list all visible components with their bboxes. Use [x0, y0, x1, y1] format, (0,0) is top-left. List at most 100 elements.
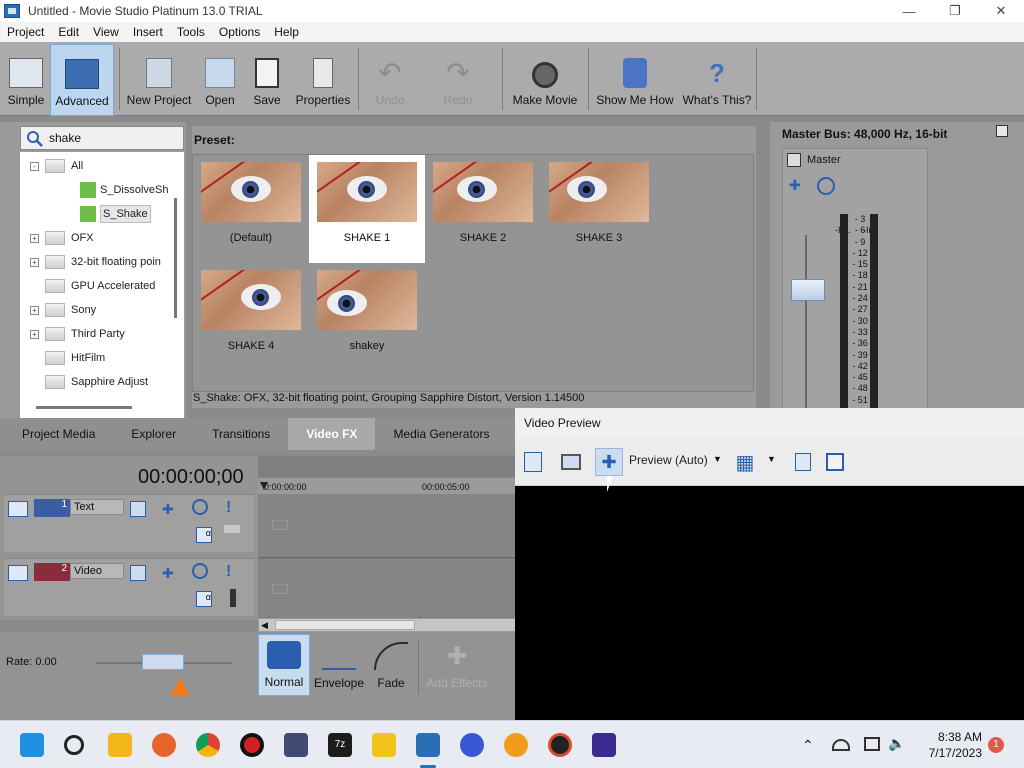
collapse-toggle[interactable]: - — [30, 161, 39, 171]
scroll-thumb[interactable] — [275, 620, 415, 630]
track-solo-icon[interactable]: ! — [226, 499, 242, 516]
compositing-mode-icon[interactable]: α — [196, 527, 212, 543]
chrome-icon[interactable] — [196, 733, 220, 757]
save-snapshot-button[interactable] — [821, 448, 849, 476]
tree-item-ofx[interactable]: + OFX — [30, 228, 94, 248]
track-solo-icon[interactable]: ! — [226, 563, 242, 580]
video-preview-screen[interactable] — [515, 486, 1024, 720]
advanced-mode-button[interactable]: Advanced — [50, 44, 114, 116]
menu-view[interactable]: View — [86, 25, 126, 39]
track-name-field[interactable]: Video — [70, 563, 124, 579]
tab-video-fx[interactable]: Video FX — [288, 418, 376, 450]
notification-badge[interactable]: 1 — [988, 737, 1004, 753]
7zip-icon[interactable]: 7z — [328, 733, 352, 757]
whats-this-button[interactable]: ? What's This? — [682, 46, 752, 114]
envelope-tool-button[interactable]: Envelope — [312, 634, 366, 696]
tree-item-sony[interactable]: + Sony — [30, 300, 96, 320]
network-icon[interactable] — [832, 739, 850, 751]
tree-horizontal-scrollbar[interactable] — [36, 406, 132, 409]
menu-options[interactable]: Options — [212, 25, 267, 39]
normal-edit-tool-button[interactable]: Normal — [258, 634, 310, 696]
cursor-marker[interactable] — [260, 482, 268, 490]
tree-vertical-scrollbar[interactable] — [174, 198, 177, 318]
firefox-icon[interactable] — [152, 733, 176, 757]
track-lane-video[interactable] — [258, 559, 516, 617]
movie-studio-icon[interactable] — [416, 733, 440, 757]
system-clock[interactable]: 8:38 AM 7/17/2023 — [912, 729, 982, 761]
app-v-icon[interactable] — [460, 733, 484, 757]
tree-item-gpu[interactable]: GPU Accelerated — [45, 276, 155, 296]
expand-toggle[interactable]: + — [30, 329, 39, 339]
track-motion-icon[interactable] — [130, 565, 146, 581]
chevron-down-icon[interactable]: ▼ — [713, 454, 722, 464]
tab-project-media[interactable]: Project Media — [0, 418, 113, 450]
app-y-icon[interactable] — [372, 733, 396, 757]
track-expand-icon[interactable] — [8, 565, 28, 581]
tree-item-sapphire-adjust[interactable]: Sapphire Adjust — [45, 372, 148, 392]
save-button[interactable]: Save — [248, 46, 286, 114]
menu-tools[interactable]: Tools — [170, 25, 212, 39]
preview-properties-button[interactable] — [519, 448, 547, 476]
rate-slider-handle[interactable] — [142, 654, 184, 670]
tab-explorer[interactable]: Explorer — [113, 418, 194, 450]
track-mute-icon[interactable] — [192, 563, 208, 579]
preview-quality-dropdown[interactable]: Preview (Auto) — [629, 453, 708, 467]
maximize-button[interactable]: ❐ — [932, 0, 978, 22]
redo-button[interactable]: ↷ Redo — [434, 46, 482, 114]
track-header-video[interactable]: 2 Video ✚ ! α — [4, 558, 254, 616]
mute-icon[interactable] — [817, 177, 835, 195]
app-circle-icon[interactable] — [548, 733, 572, 757]
new-project-button[interactable]: New Project — [124, 46, 194, 114]
preview-fx-button[interactable]: ✚ — [595, 448, 623, 476]
search-input[interactable]: shake — [20, 126, 184, 150]
expand-toggle[interactable]: + — [30, 305, 39, 315]
menu-project[interactable]: Project — [0, 25, 51, 39]
timeline-area[interactable]: 0:00:00:00 00:00:05:00 ◀ — [258, 456, 516, 632]
open-button[interactable]: Open — [200, 46, 240, 114]
file-explorer-icon[interactable] — [108, 733, 132, 757]
volume-fader-handle[interactable] — [791, 279, 825, 301]
chevron-down-icon[interactable]: ▼ — [767, 454, 776, 464]
track-mute-icon[interactable] — [192, 499, 208, 515]
tree-item-s-dissolve[interactable]: S_DissolveSh — [80, 180, 168, 200]
tree-item-hitfilm[interactable]: HitFilm — [45, 348, 105, 368]
compositing-mode-icon[interactable]: α — [196, 591, 212, 607]
tab-transitions[interactable]: Transitions — [194, 418, 288, 450]
expand-toggle[interactable]: + — [30, 257, 39, 267]
preset-tile[interactable]: shakey — [309, 263, 425, 371]
menu-edit[interactable]: Edit — [51, 25, 86, 39]
fx-insert-icon[interactable]: ✚ — [789, 177, 807, 193]
external-monitor-button[interactable] — [557, 448, 585, 476]
preset-tile[interactable]: SHAKE 3 — [541, 155, 657, 263]
start-windows-icon[interactable] — [20, 733, 44, 757]
volume-icon[interactable]: 🔈 — [888, 735, 905, 752]
video-editor-icon[interactable] — [284, 733, 308, 757]
fade-tool-button[interactable]: Fade — [368, 634, 414, 696]
tab-media-generators[interactable]: Media Generators — [375, 418, 507, 450]
track-name-field[interactable]: Text — [70, 499, 124, 515]
expand-toggle[interactable]: + — [30, 233, 39, 243]
timeline-scrollbar[interactable]: ◀ — [258, 618, 516, 632]
record-icon[interactable] — [240, 733, 264, 757]
search-icon[interactable] — [64, 735, 84, 755]
show-me-how-button[interactable]: Show Me How — [592, 46, 678, 114]
track-expand-icon[interactable] — [8, 501, 28, 517]
track-fx-icon[interactable]: ✚ — [162, 565, 178, 581]
mixer-options-icon[interactable] — [996, 125, 1008, 137]
time-ruler[interactable]: 0:00:00:00 00:00:05:00 — [258, 478, 516, 494]
track-opacity-slider[interactable] — [224, 525, 240, 533]
preset-tile[interactable]: SHAKE 4 — [193, 263, 309, 371]
undo-button[interactable]: ↶ Undo — [366, 46, 414, 114]
track-header-text[interactable]: 1 Text ✚ ! α — [4, 494, 254, 552]
tree-item-third-party[interactable]: + Third Party — [30, 324, 125, 344]
track-opacity-slider[interactable] — [230, 589, 236, 607]
simple-mode-button[interactable]: Simple — [4, 46, 48, 114]
tree-item-32bit[interactable]: + 32-bit floating poin — [30, 252, 161, 272]
preset-tile[interactable]: SHAKE 2 — [425, 155, 541, 263]
preset-tile-selected[interactable]: SHAKE 1 — [309, 155, 425, 263]
menu-help[interactable]: Help — [267, 25, 306, 39]
volume-fader-track[interactable] — [805, 235, 807, 419]
preset-tile[interactable]: (Default) — [193, 155, 309, 263]
tree-item-all[interactable]: - All — [30, 156, 83, 176]
film-app-icon[interactable] — [592, 733, 616, 757]
